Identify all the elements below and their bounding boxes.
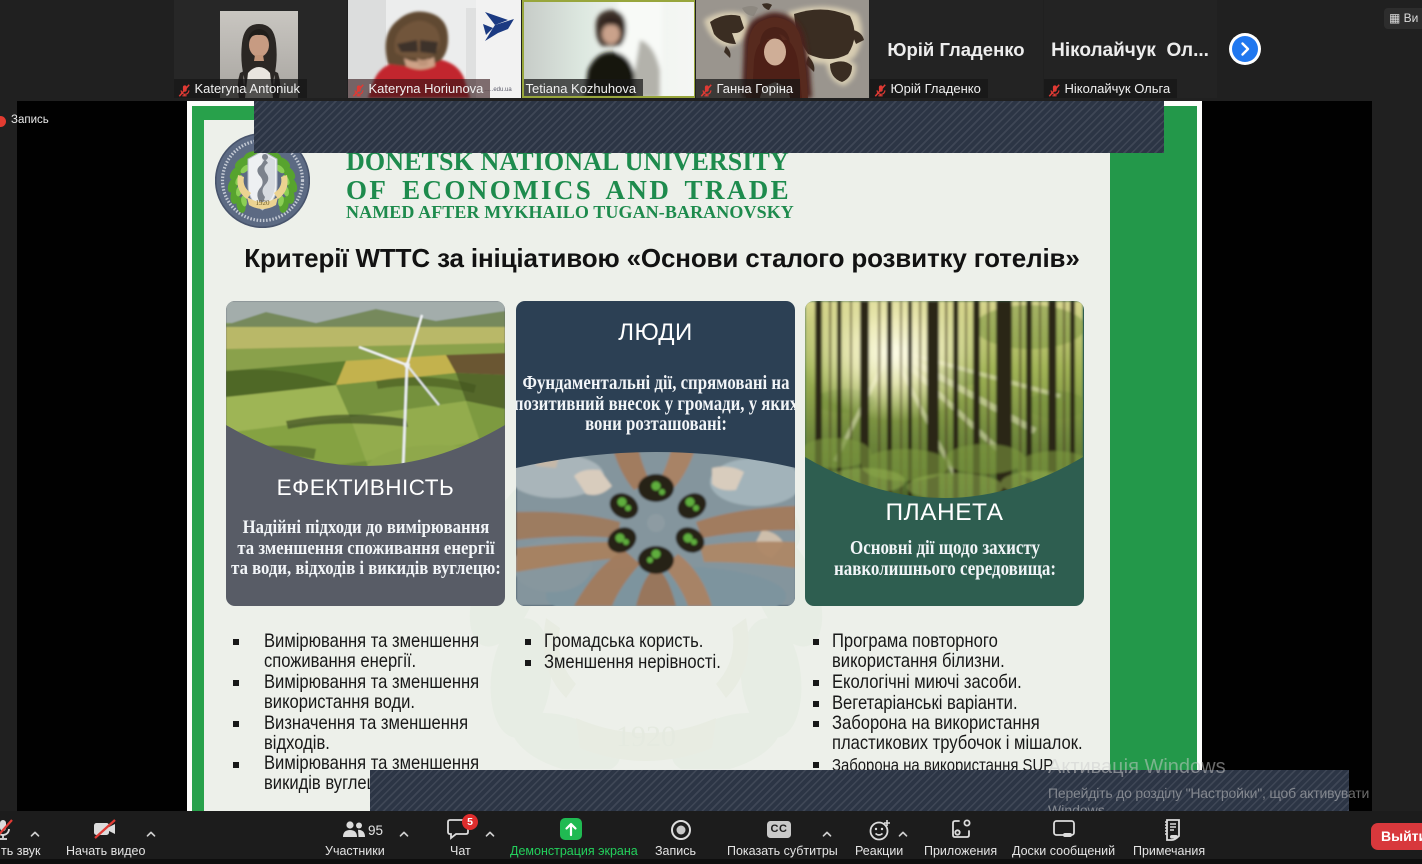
svg-text:1920: 1920 [256,199,271,207]
svg-text:1920: 1920 [616,720,676,753]
